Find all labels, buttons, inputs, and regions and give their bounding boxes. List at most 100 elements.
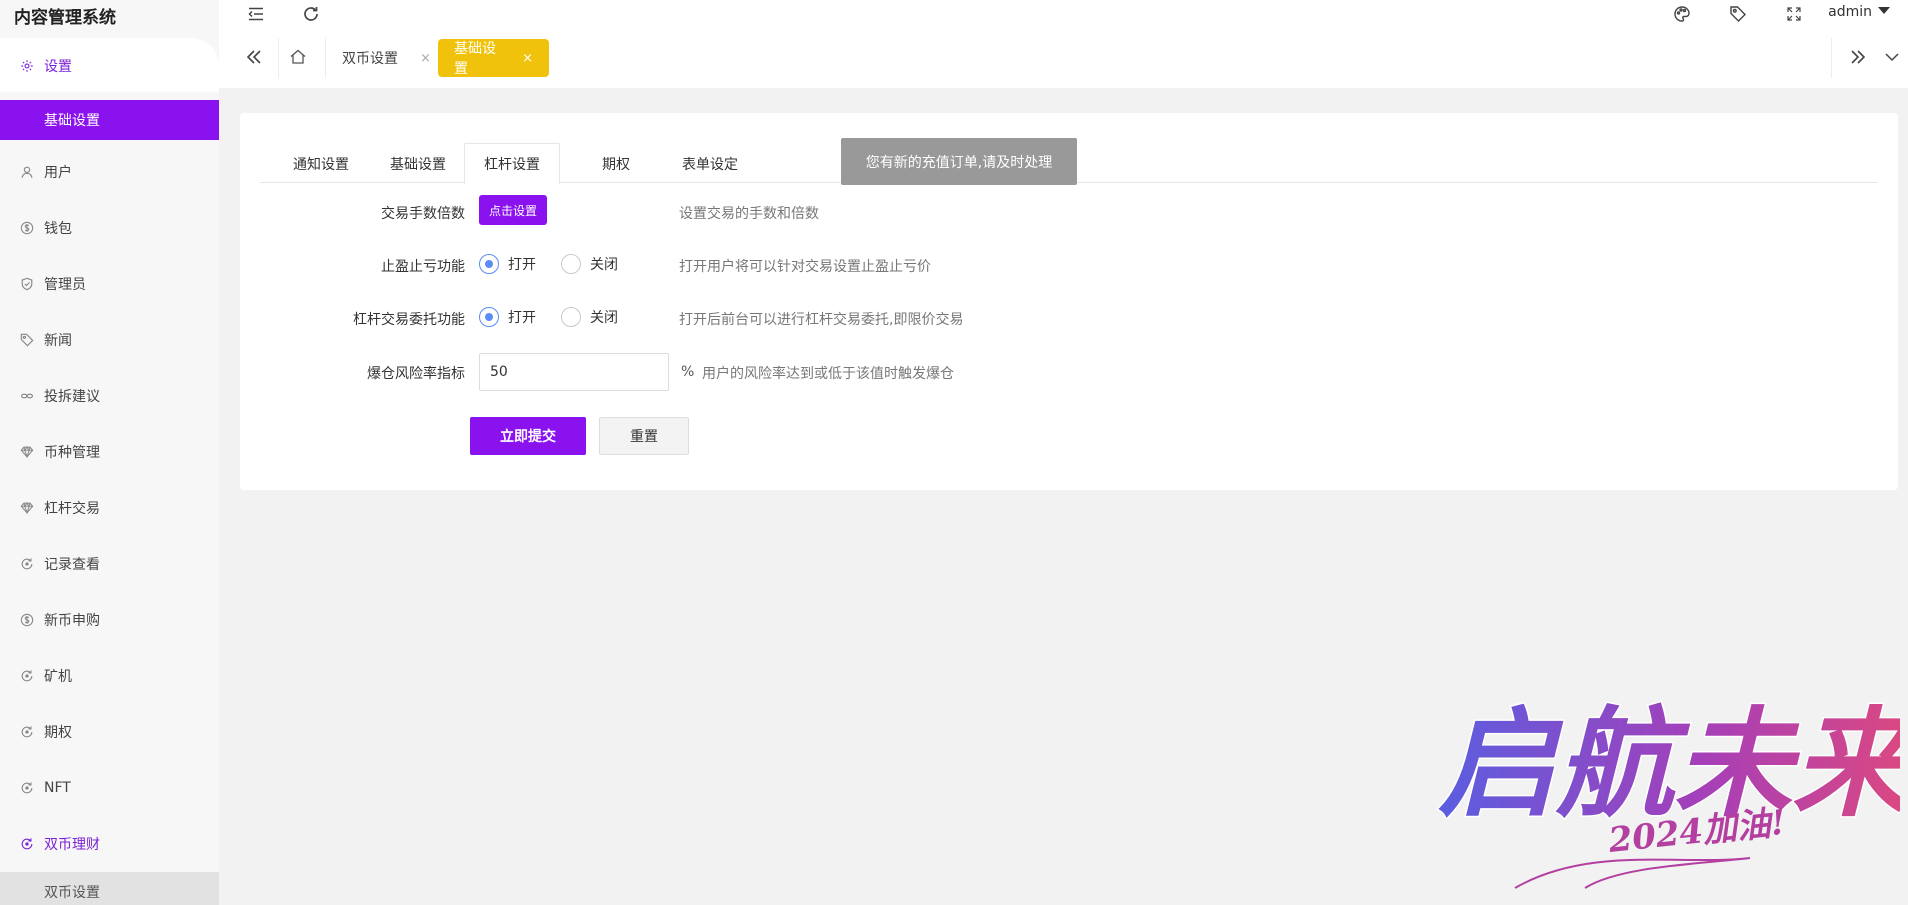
risk-rate-input[interactable] [479,353,669,391]
cycle-icon [20,725,34,739]
sidebar-item-wallet[interactable]: 钱包 [0,207,219,249]
dollar-icon [20,221,34,235]
app-title: 内容管理系统 [14,8,116,28]
tab-label: 基础设置 [454,41,496,77]
cycle-icon [20,781,34,795]
sidebar-item-admins[interactable]: 管理员 [0,263,219,305]
sidebar-item-label: 投拆建议 [44,389,100,405]
fee-tip: 设置交易的手数和倍数 [679,206,819,222]
watermark-title: 启航未来 [1438,694,1900,833]
cycle-icon [20,669,34,683]
submit-button[interactable]: 立即提交 [470,417,586,455]
sidebar-item-label: 新闻 [44,333,72,349]
sidebar-sub-dual-settings[interactable]: 双币设置 [0,872,219,905]
sidebar-item-users[interactable]: 用户 [0,151,219,193]
chevron-down-icon[interactable] [1877,42,1907,72]
sidebar-item-label: 期权 [44,725,72,741]
close-icon[interactable]: × [420,51,431,66]
sidebar-item-leverage[interactable]: 杠杆交易 [0,487,219,529]
sidebar-item-ico[interactable]: 新币申购 [0,599,219,641]
notification-toast: 您有新的充值订单,请及时处理 [841,138,1077,185]
sidebar-item-label: 双币理财 [44,837,100,853]
tab-strip: 双币设置 × 基础设置 × [219,28,1908,88]
fee-label: 交易手数倍数 [381,206,465,222]
diamond-icon [20,501,34,515]
top-bar: admin [219,0,1908,28]
sidebar-item-records[interactable]: 记录查看 [0,543,219,585]
link-icon [20,389,34,403]
radio-unchecked-icon [561,254,581,274]
watermark-logo: 启航未来 2024加油! [1437,693,1900,889]
close-icon[interactable]: × [522,51,533,66]
tag-icon [20,333,34,347]
radio-unchecked-icon [561,307,581,327]
sidebar-item-label: 记录查看 [44,557,100,573]
radio-label: 关闭 [590,310,618,326]
sidebar-item-options[interactable]: 期权 [0,711,219,753]
sidebar-item-label: 杠杆交易 [44,501,100,517]
risk-tip: 用户的风险率达到或低于该值时触发爆仓 [702,366,954,382]
sidebar-item-news[interactable]: 新闻 [0,319,219,361]
entrust-on-radio[interactable]: 打开 [479,307,536,327]
divider [1831,38,1832,78]
user-menu[interactable]: admin [1828,4,1890,20]
risk-label: 爆仓风险率指标 [367,366,465,382]
sidebar-item-currency[interactable]: 币种管理 [0,431,219,473]
stop-label: 止盈止亏功能 [381,259,465,275]
sidebar-item-label: 矿机 [44,669,72,685]
sidebar-item-label: 币种管理 [44,445,100,461]
sidebar-item-label: 钱包 [44,221,72,237]
stop-off-radio[interactable]: 关闭 [561,254,618,274]
entrust-tip: 打开后前台可以进行杠杆交易委托,即限价交易 [679,312,964,328]
fullscreen-icon[interactable] [1784,4,1804,24]
percent-unit: % [681,364,695,380]
click-set-button[interactable]: 点击设置 [479,195,547,225]
tab-leverage-settings[interactable]: 杠杆设置 [464,143,560,184]
radio-label: 关闭 [590,257,618,273]
sidebar-item-label: NFT [44,780,71,796]
double-chevron-right-icon[interactable] [1843,42,1873,72]
reset-button[interactable]: 重置 [599,417,689,455]
entrust-off-radio[interactable]: 关闭 [561,307,618,327]
sidebar-item-label: 新币申购 [44,613,100,629]
cycle-icon [20,837,34,851]
menu-fold-icon[interactable] [246,4,266,24]
watermark-swash [1514,857,1751,889]
stop-on-radio[interactable]: 打开 [479,254,536,274]
username: admin [1828,4,1872,20]
cycle-icon [20,557,34,571]
sidebar-item-dual-currency[interactable]: 双币理财 [0,823,219,865]
sidebar-item-nft[interactable]: NFT [0,767,219,809]
caret-down-icon [1878,7,1890,14]
sidebar-item-feedback[interactable]: 投拆建议 [0,375,219,417]
radio-checked-icon [479,254,499,274]
dollar-icon [20,613,34,627]
radio-checked-icon [479,307,499,327]
tab-basic[interactable]: 基础设置 [364,143,472,184]
tab-form-settings[interactable]: 表单设定 [660,143,760,184]
home-icon[interactable] [283,42,313,72]
sidebar-item-label: 管理员 [44,277,86,293]
tab-label: 双币设置 [342,51,398,67]
palette-icon[interactable] [1672,4,1692,24]
tab-dual-settings[interactable]: 双币设置 × [326,39,447,77]
divider [278,38,279,78]
sidebar-item-label: 用户 [44,165,72,181]
user-icon [20,165,34,179]
sidebar-item-label: 设置 [44,59,72,75]
settings-panel: 通知设置 基础设置 杠杆设置 期权 表单设定 您有新的充值订单,请及时处理 交易… [240,113,1898,490]
shield-icon [20,277,34,291]
sidebar: 内容管理系统 设置 基础设置 用户 钱包 管理员 新闻 投拆建议 币种管理 杠杆… [0,0,219,905]
sidebar-item-miner[interactable]: 矿机 [0,655,219,697]
tag-icon[interactable] [1728,4,1748,24]
tab-basic-settings[interactable]: 基础设置 × [438,39,549,77]
entrust-label: 杠杆交易委托功能 [353,312,465,328]
tab-options[interactable]: 期权 [584,143,648,184]
diamond-icon [20,445,34,459]
sidebar-sub-basic-settings[interactable]: 基础设置 [0,100,219,140]
radio-label: 打开 [508,257,536,273]
gear-icon [20,59,34,73]
refresh-icon[interactable] [301,4,321,24]
double-chevron-left-icon[interactable] [239,42,269,72]
sidebar-item-settings[interactable]: 设置 [0,45,219,87]
